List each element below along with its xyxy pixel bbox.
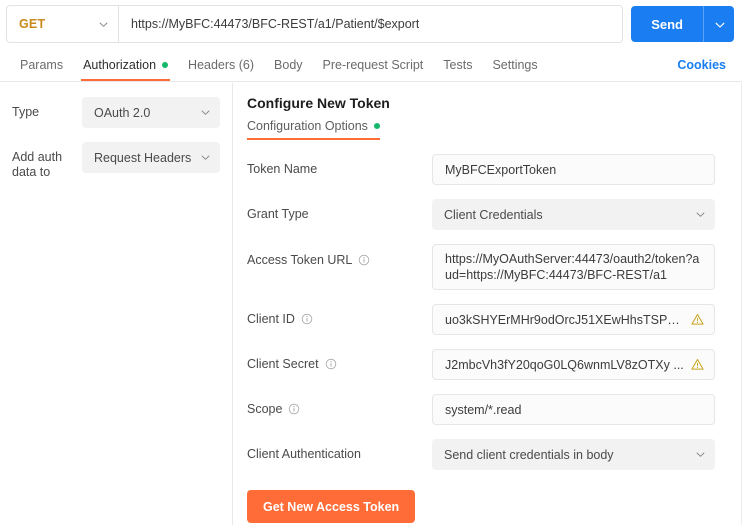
cookies-link[interactable]: Cookies xyxy=(677,58,732,72)
info-circle-icon[interactable] xyxy=(301,313,313,325)
method-url-group: GET https://MyBFC:44473/BFC-REST/a1/Pati… xyxy=(6,5,624,43)
auth-type-row: Type OAuth 2.0 xyxy=(12,97,220,128)
tab-label: Settings xyxy=(492,57,538,72)
tab-label: Pre-request Script xyxy=(322,57,424,72)
config-panel-scrollbar[interactable] xyxy=(734,83,739,525)
info-circle-icon[interactable] xyxy=(325,358,337,370)
label-text: Client ID xyxy=(247,312,295,326)
chevron-down-icon xyxy=(715,20,724,29)
add-auth-data-to-select[interactable]: Request Headers xyxy=(82,142,220,173)
chevron-down-icon xyxy=(696,450,705,459)
client-authentication-label: Client Authentication xyxy=(247,439,432,461)
panel-title: Configure New Token xyxy=(247,95,390,111)
warning-triangle-icon xyxy=(691,358,704,371)
warning-triangle-icon xyxy=(691,313,704,326)
client-id-label: Client ID xyxy=(247,304,432,326)
grant-type-label: Grant Type xyxy=(247,199,432,221)
label-text: Client Secret xyxy=(247,357,319,371)
configuration-status-dot-icon xyxy=(373,123,380,129)
auth-settings-sidebar: Type OAuth 2.0 Add auth data to Request … xyxy=(0,83,233,525)
tab-tests[interactable]: Tests xyxy=(433,48,482,81)
label-text: Access Token URL xyxy=(247,253,353,267)
tab-label: Headers (6) xyxy=(188,57,255,72)
label-text: Scope xyxy=(247,402,283,416)
client-secret-label: Client Secret xyxy=(247,349,432,371)
label-text: Token Name xyxy=(247,162,318,176)
field-row-access-token-url: Access Token URL https://MyOAuthServer:4… xyxy=(247,244,742,290)
tab-label: Tests xyxy=(443,57,473,72)
info-circle-icon[interactable] xyxy=(358,254,370,266)
add-auth-data-to-label-line1: Add auth xyxy=(12,150,63,164)
request-url-value: https://MyBFC:44473/BFC-REST/a1/Patient/… xyxy=(131,17,420,31)
tab-settings[interactable]: Settings xyxy=(482,48,547,81)
tab-status-dot-icon xyxy=(162,61,169,68)
request-tab-bar: Params Authorization Headers (6) Body Pr… xyxy=(0,48,742,82)
access-token-url-line1: https://MyOAuthServer:44473/oauth2/token xyxy=(445,252,686,266)
access-token-url-label: Access Token URL xyxy=(247,244,432,267)
grant-type-value: Client Credentials xyxy=(444,207,543,222)
tab-params[interactable]: Params xyxy=(10,48,73,81)
token-name-input[interactable]: MyBFCExportToken xyxy=(432,154,715,185)
sub-tab-label: Configuration Options xyxy=(247,119,368,133)
tab-headers[interactable]: Headers (6) xyxy=(178,48,264,81)
postman-authorization-screen: GET https://MyBFC:44473/BFC-REST/a1/Pati… xyxy=(0,0,742,525)
client-id-value: uo3kSHYErMHr9odOrcJ51XEwHhsTSPqI ... xyxy=(445,312,685,327)
access-token-url-input[interactable]: https://MyOAuthServer:44473/oauth2/token… xyxy=(432,244,715,290)
scope-value: system/*.read xyxy=(445,402,522,417)
client-authentication-select[interactable]: Send client credentials in body xyxy=(432,439,715,470)
request-url-input[interactable]: https://MyBFC:44473/BFC-REST/a1/Patient/… xyxy=(119,6,622,42)
add-auth-data-to-label: Add auth data to xyxy=(12,142,74,180)
label-text: Grant Type xyxy=(247,207,309,221)
get-new-access-token-button[interactable]: Get New Access Token xyxy=(247,490,416,523)
http-method-label: GET xyxy=(19,17,46,31)
field-row-grant-type: Grant Type Client Credentials xyxy=(247,199,742,230)
chevron-down-icon xyxy=(201,108,210,117)
authorization-body: Type OAuth 2.0 Add auth data to Request … xyxy=(0,83,742,525)
request-tabs: Params Authorization Headers (6) Body Pr… xyxy=(10,48,677,81)
auth-type-value: OAuth 2.0 xyxy=(94,105,151,120)
chevron-down-icon xyxy=(201,153,210,162)
tab-pre-request-script[interactable]: Pre-request Script xyxy=(313,48,434,81)
tab-label: Body xyxy=(274,57,303,72)
field-row-client-secret: Client Secret J2mbcVh3fY20qoG0LQ6wnmLV8z… xyxy=(247,349,742,380)
grant-type-select[interactable]: Client Credentials xyxy=(432,199,715,230)
scope-label: Scope xyxy=(247,394,432,416)
token-name-label: Token Name xyxy=(247,154,432,176)
field-row-token-name: Token Name MyBFCExportToken xyxy=(247,154,742,185)
auth-type-select[interactable]: OAuth 2.0 xyxy=(82,97,220,128)
add-auth-data-to-value: Request Headers xyxy=(94,150,192,165)
tab-label: Params xyxy=(20,57,64,72)
send-button-group: Send xyxy=(631,6,734,42)
field-row-client-id: Client ID uo3kSHYErMHr9odOrcJ51XEwHhsTSP… xyxy=(247,304,742,335)
configuration-options-tab-row: Configuration Options xyxy=(247,119,742,140)
send-button[interactable]: Send xyxy=(631,6,703,42)
label-text: Client Authentication xyxy=(247,447,361,461)
add-auth-data-to-label-line2: data to xyxy=(12,165,51,179)
token-name-value: MyBFCExportToken xyxy=(445,162,557,177)
configure-new-token-panel: Configure New Token Configuration Option… xyxy=(233,83,742,525)
info-circle-icon[interactable] xyxy=(288,403,300,415)
chevron-down-icon xyxy=(99,20,108,29)
tab-body[interactable]: Body xyxy=(264,48,313,81)
auth-type-label: Type xyxy=(12,105,40,119)
client-authentication-value: Send client credentials in body xyxy=(444,447,614,462)
tab-configuration-options[interactable]: Configuration Options xyxy=(247,119,380,140)
client-id-input[interactable]: uo3kSHYErMHr9odOrcJ51XEwHhsTSPqI ... xyxy=(432,304,715,335)
scope-input[interactable]: system/*.read xyxy=(432,394,715,425)
field-row-scope: Scope system/*.read xyxy=(247,394,742,425)
request-bar: GET https://MyBFC:44473/BFC-REST/a1/Pati… xyxy=(0,0,742,48)
tab-label: Authorization xyxy=(83,57,157,72)
tab-authorization[interactable]: Authorization xyxy=(73,48,178,81)
chevron-down-icon xyxy=(696,210,705,219)
client-secret-value: J2mbcVh3fY20qoG0LQ6wnmLV8zOTXy ... xyxy=(445,357,684,372)
http-method-select[interactable]: GET xyxy=(7,6,119,42)
send-options-caret-button[interactable] xyxy=(703,6,734,42)
access-token-url-value: https://MyOAuthServer:44473/oauth2/token… xyxy=(445,251,704,283)
add-auth-data-to-row: Add auth data to Request Headers xyxy=(12,142,220,180)
field-row-client-authentication: Client Authentication Send client creden… xyxy=(247,439,742,470)
client-secret-input[interactable]: J2mbcVh3fY20qoG0LQ6wnmLV8zOTXy ... xyxy=(432,349,715,380)
